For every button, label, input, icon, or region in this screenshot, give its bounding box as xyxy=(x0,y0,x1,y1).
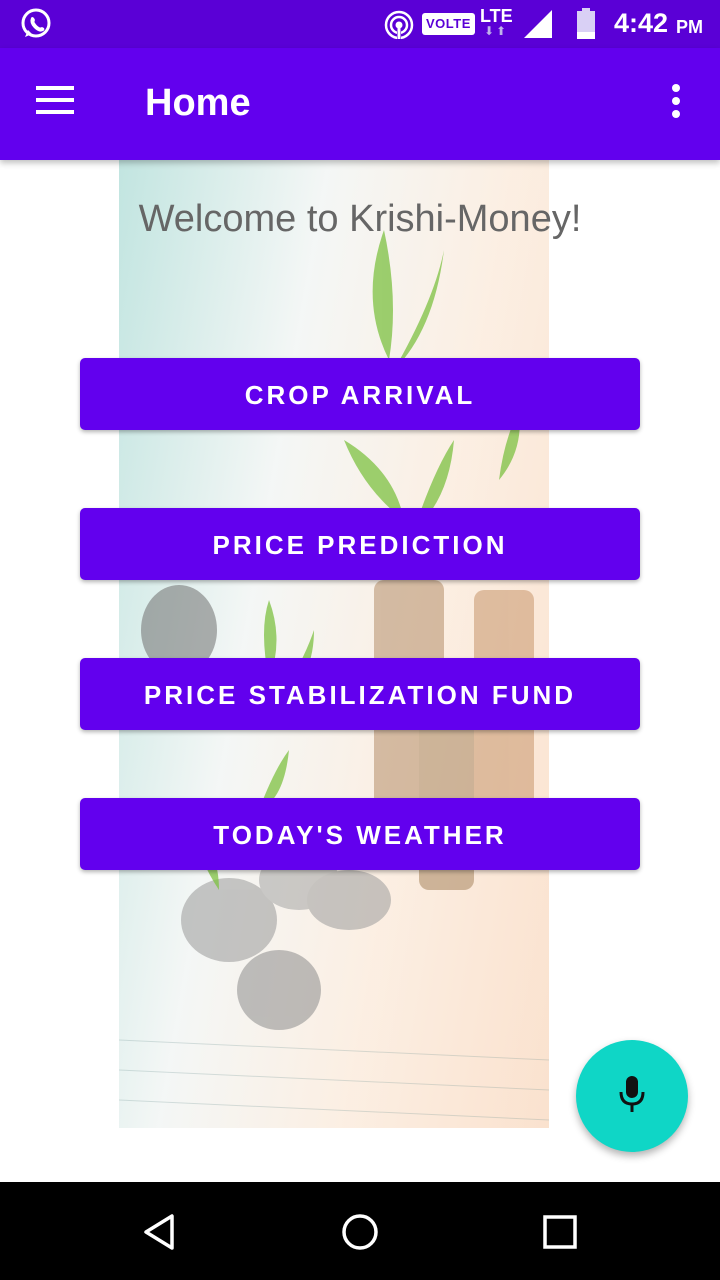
recents-icon[interactable] xyxy=(538,1210,582,1254)
clock-ampm: PM xyxy=(676,17,703,37)
back-icon[interactable] xyxy=(138,1210,182,1254)
voice-input-button[interactable] xyxy=(576,1040,688,1152)
page-title: Home xyxy=(145,82,251,124)
navigation-bar xyxy=(0,1182,720,1280)
volte-badge: VOLTE xyxy=(422,13,475,35)
background-image xyxy=(119,160,549,1128)
home-icon[interactable] xyxy=(338,1210,382,1254)
crop-arrival-button[interactable]: CROP ARRIVAL xyxy=(80,358,640,430)
data-activity-icon: ⬇⬆ xyxy=(484,24,509,38)
todays-weather-button[interactable]: TODAY'S WEATHER xyxy=(80,798,640,870)
clock-time: 4:42 xyxy=(614,8,669,38)
signal-icon xyxy=(524,10,552,38)
status-bar: VOLTE LTE ⬇⬆ 4:42 PM xyxy=(0,0,720,48)
price-prediction-button[interactable]: PRICE PREDICTION xyxy=(80,508,640,580)
mic-icon xyxy=(619,1076,645,1112)
more-vert-icon[interactable] xyxy=(664,84,688,124)
welcome-text: Welcome to Krishi-Money! xyxy=(138,198,582,240)
price-stabilization-fund-button[interactable]: PRICE STABILIZATION FUND xyxy=(80,658,640,730)
app-bar: Home xyxy=(0,48,720,160)
whatsapp-icon xyxy=(21,8,51,38)
menu-icon[interactable] xyxy=(36,86,76,118)
battery-icon xyxy=(577,8,595,39)
hotspot-icon xyxy=(384,10,414,40)
